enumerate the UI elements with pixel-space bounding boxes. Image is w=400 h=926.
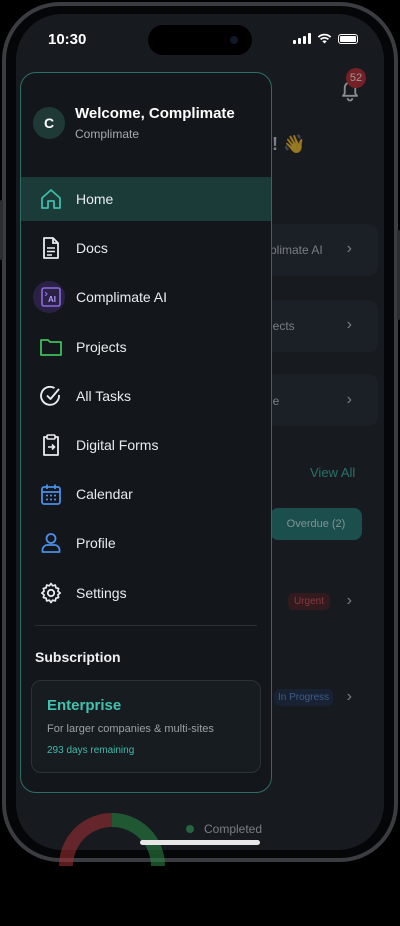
quick-card-label: jects [270, 319, 295, 333]
quick-card-label: plimate AI [270, 243, 323, 257]
nav-item-all-tasks[interactable]: All Tasks [21, 374, 271, 418]
gear-icon [39, 581, 63, 605]
navigation-drawer: C Welcome, Complimate Complimate Home Do… [20, 72, 272, 793]
quick-card-profile[interactable] [266, 374, 378, 426]
home-icon [39, 187, 63, 211]
nav-item-complimate-ai[interactable]: AI Complimate AI [21, 275, 271, 319]
greeting-text: ! 👋 [272, 134, 306, 154]
subscription-heading: Subscription [35, 649, 121, 665]
nav-item-home[interactable]: Home [21, 177, 271, 221]
avatar[interactable]: C [33, 107, 65, 139]
home-indicator[interactable] [140, 840, 260, 845]
user-icon [39, 531, 63, 555]
svg-text:AI: AI [48, 295, 56, 304]
urgent-badge: Urgent [288, 593, 331, 610]
divider [35, 625, 257, 626]
user-header: C Welcome, Complimate Complimate [33, 105, 235, 141]
chevron-right-icon: › [346, 592, 352, 609]
nav-label: Digital Forms [76, 436, 159, 453]
chevron-right-icon: › [346, 391, 352, 408]
organization-name: Complimate [75, 127, 140, 141]
nav-label: Complimate AI [76, 289, 168, 306]
plan-description: For larger companies & multi-sites [47, 723, 214, 735]
nav-label: Profile [76, 535, 116, 552]
nav-item-settings[interactable]: Settings [21, 571, 271, 615]
view-all-link[interactable]: View All [310, 465, 355, 480]
notification-badge: 52 [346, 68, 366, 88]
nav-label: Docs [76, 240, 108, 257]
document-icon [39, 236, 63, 260]
plan-days-remaining: 293 days remaining [47, 745, 135, 756]
folder-icon [39, 335, 63, 359]
filter-overdue[interactable]: Overdue (2) [270, 508, 362, 540]
nav-menu: Home Docs AI Complimate AI Projects All … [21, 177, 271, 620]
nav-label: Settings [76, 584, 127, 601]
chevron-right-icon: › [346, 240, 352, 257]
chevron-right-icon: › [346, 316, 352, 333]
ai-icon: AI [39, 285, 63, 309]
calendar-icon [39, 482, 63, 506]
nav-item-docs[interactable]: Docs [21, 226, 271, 270]
in-progress-badge: In Progress [274, 689, 334, 706]
legend-completed: Completed [186, 822, 262, 836]
nav-item-profile[interactable]: Profile [21, 521, 271, 565]
legend-label: Completed [204, 822, 263, 836]
nav-item-digital-forms[interactable]: Digital Forms [21, 423, 271, 467]
clipboard-icon [39, 433, 63, 457]
plan-name: Enterprise [47, 697, 122, 714]
nav-label: All Tasks [76, 387, 131, 404]
task-status-donut-chart [59, 813, 165, 867]
nav-label: Calendar [76, 486, 133, 503]
check-circle-icon [39, 384, 63, 408]
subscription-card[interactable]: Enterprise For larger companies & multi-… [31, 680, 261, 773]
chevron-right-icon: › [346, 688, 352, 705]
nav-item-projects[interactable]: Projects [21, 325, 271, 369]
welcome-text: Welcome, Complimate [75, 105, 235, 122]
nav-label: Home [76, 191, 114, 207]
nav-label: Projects [76, 338, 127, 355]
legend-dot [186, 825, 194, 833]
nav-item-calendar[interactable]: Calendar [21, 472, 271, 516]
